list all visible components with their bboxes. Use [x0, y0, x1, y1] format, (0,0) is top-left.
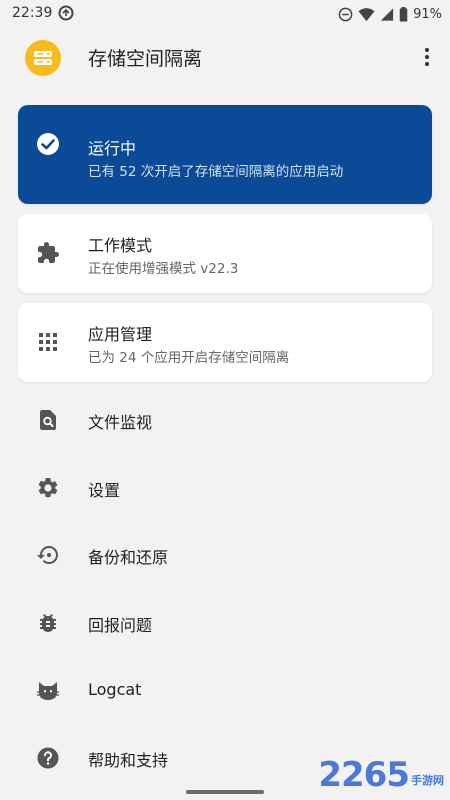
- app-bar: 存储空间隔离: [0, 28, 450, 86]
- status-icons: 91%: [338, 5, 442, 23]
- menu-label: 回报问题: [88, 616, 153, 635]
- status-subtitle: 已有 52 次开启了存储空间隔离的应用启动: [88, 164, 344, 180]
- battery-icon: [399, 6, 408, 22]
- puzzle-icon: [38, 242, 59, 263]
- work-mode-title: 工作模式: [88, 236, 153, 255]
- site-watermark: 2265 手游网: [318, 758, 444, 792]
- app-logo-icon: [25, 40, 61, 76]
- menu-item-file-monitor[interactable]: 文件监视: [0, 392, 450, 448]
- check-circle-icon: [37, 133, 59, 155]
- status-card[interactable]: 运行中 已有 52 次开启了存储空间隔离的应用启动: [18, 105, 432, 204]
- dnd-icon: [338, 7, 353, 21]
- more-vert-icon: [425, 48, 429, 52]
- work-mode-subtitle: 正在使用增强模式 v22.3: [88, 261, 239, 277]
- wifi-icon: [358, 7, 375, 21]
- more-options-button[interactable]: [418, 42, 436, 72]
- app-management-subtitle: 已为 24 个应用开启存储空间隔离: [88, 350, 290, 366]
- status-bar: 22:39 91%: [0, 0, 450, 28]
- file-search-icon: [40, 410, 56, 430]
- status-title: 运行中: [88, 139, 137, 158]
- menu-item-logcat[interactable]: Logcat: [0, 663, 450, 719]
- restore-icon: [37, 546, 58, 564]
- battery-percent: 91%: [413, 6, 442, 22]
- menu-label: 帮助和支持: [88, 751, 169, 770]
- status-time: 22:39: [12, 5, 53, 21]
- menu-label: 备份和还原: [88, 548, 169, 567]
- gear-icon: [38, 477, 58, 498]
- app-management-card[interactable]: 应用管理 已为 24 个应用开启存储空间隔离: [18, 303, 432, 382]
- menu-label: 文件监视: [88, 413, 153, 432]
- work-mode-card[interactable]: 工作模式 正在使用增强模式 v22.3: [18, 214, 432, 293]
- app-management-title: 应用管理: [88, 325, 153, 344]
- menu-item-settings[interactable]: 设置: [0, 460, 450, 516]
- page-title: 存储空间隔离: [88, 48, 203, 70]
- menu-item-report-issue[interactable]: 回报问题: [0, 595, 450, 651]
- menu-label: 设置: [88, 481, 121, 500]
- watermark-text: 手游网: [411, 774, 444, 787]
- signal-icon: [380, 7, 394, 21]
- gesture-nav-handle[interactable]: [186, 790, 264, 794]
- menu-item-backup-restore[interactable]: 备份和还原: [0, 527, 450, 583]
- menu-label: Logcat: [88, 680, 142, 699]
- help-icon: [37, 747, 59, 769]
- bug-icon: [40, 614, 56, 632]
- watermark-number: 2265: [318, 755, 410, 795]
- apps-grid-icon: [39, 333, 57, 351]
- sync-status-icon: [58, 5, 74, 21]
- cat-icon: [37, 682, 59, 700]
